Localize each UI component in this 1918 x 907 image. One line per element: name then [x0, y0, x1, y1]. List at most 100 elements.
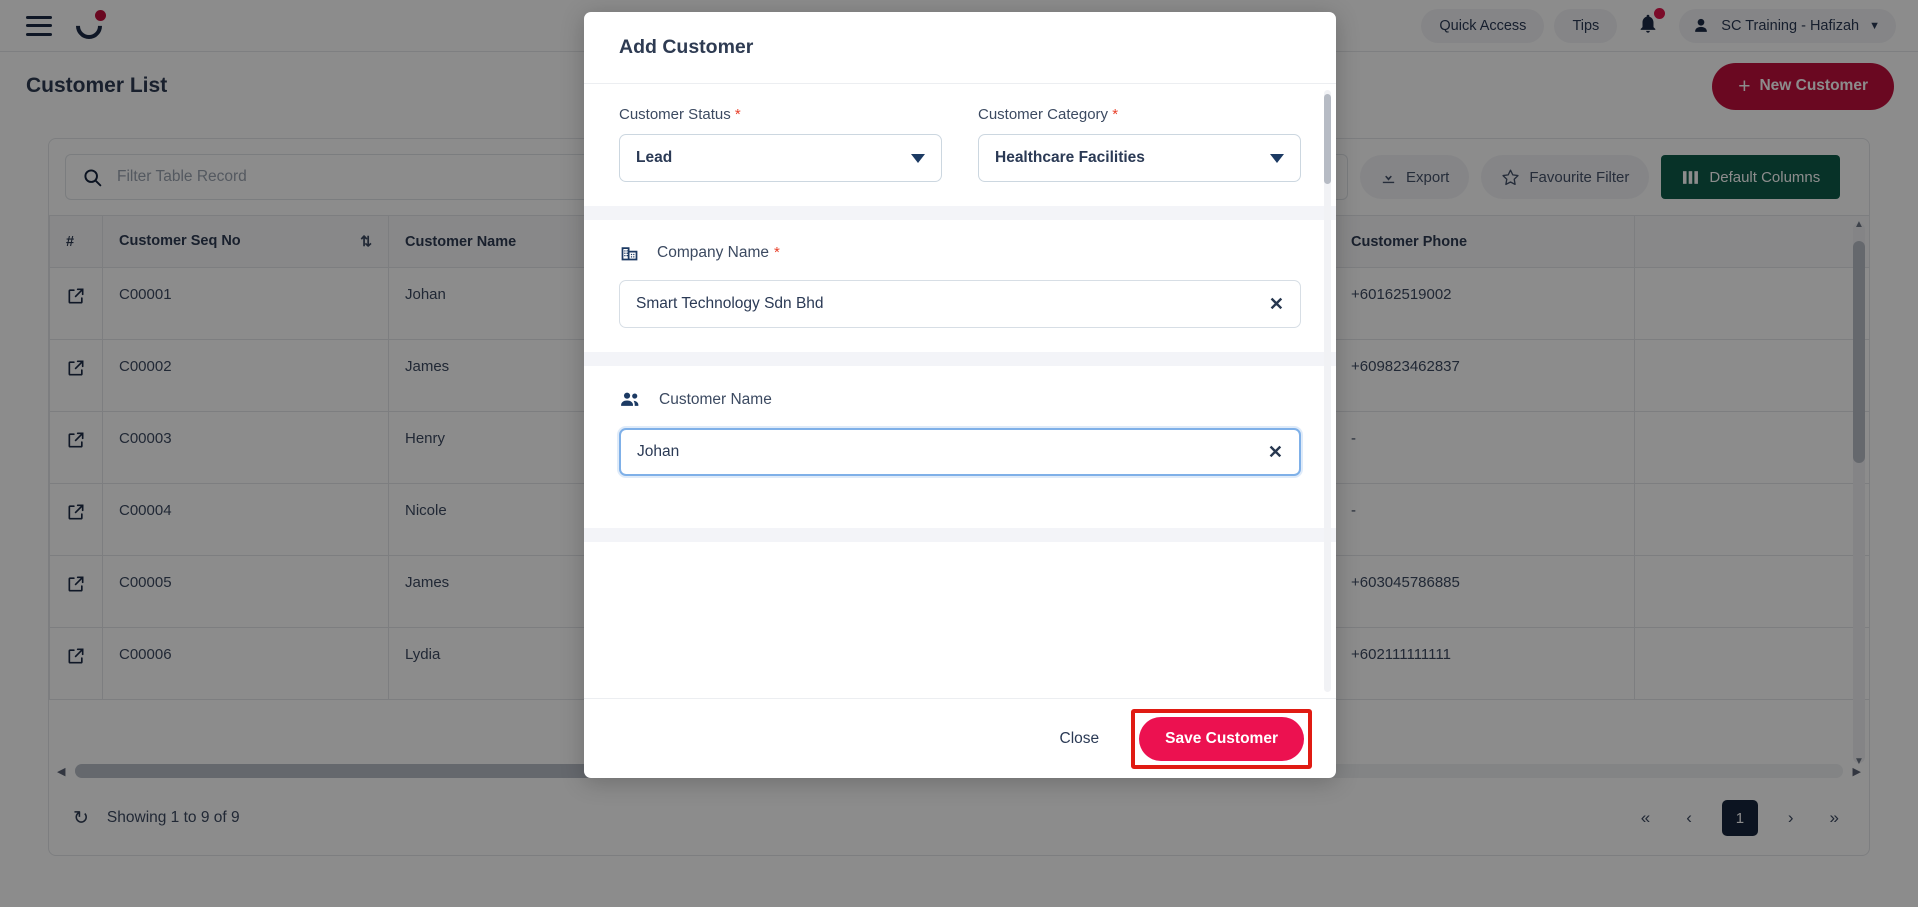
people-icon [619, 388, 642, 411]
dialog-scrollbar[interactable] [1324, 90, 1331, 692]
favourite-filter-button[interactable]: Favourite Filter [1481, 155, 1650, 199]
dialog-body: Customer Status * Lead Customer Category… [584, 84, 1336, 698]
section-divider [584, 352, 1336, 366]
customer-name-section: Customer Name ✕ [584, 388, 1336, 476]
pagination: « ‹ 1 › » [1635, 800, 1845, 836]
horizontal-scroll-thumb[interactable] [75, 764, 641, 778]
row-open-cell[interactable] [49, 483, 103, 556]
last-page-button[interactable]: » [1824, 804, 1845, 832]
cell-extra [1634, 483, 1869, 556]
cell-extra [1634, 411, 1869, 484]
cell-extra [1634, 267, 1869, 340]
plus-icon: + [1738, 74, 1751, 98]
notifications-button[interactable] [1627, 6, 1669, 46]
save-button-highlight: Save Customer [1131, 708, 1312, 769]
search-icon [84, 168, 102, 186]
cell-phone: +60162519002 [1334, 267, 1635, 340]
column-header-extra[interactable] [1634, 215, 1869, 268]
cell-seq: C00006 [102, 627, 389, 700]
customer-category-label-row: Customer Category * [978, 106, 1301, 123]
dialog-scroll-thumb[interactable] [1324, 94, 1331, 184]
table-vertical-scrollbar[interactable]: ▲ ▼ [1853, 219, 1865, 767]
column-header-index[interactable]: # [49, 215, 103, 268]
customer-category-select[interactable]: Healthcare Facilities [978, 134, 1301, 182]
column-header-seq-no[interactable]: Customer Seq No ⇅ [102, 215, 389, 268]
header-actions: Quick Access Tips SC Training - Hafizah … [1421, 6, 1902, 46]
cell-phone: +602111111111 [1334, 627, 1635, 700]
dialog-header: Add Customer [584, 12, 1336, 84]
next-page-button[interactable]: › [1782, 804, 1800, 832]
sort-icon[interactable]: ⇅ [360, 233, 372, 250]
company-name-input-wrapper[interactable]: ✕ [619, 280, 1301, 328]
company-name-section: Company Name * ✕ [584, 242, 1336, 328]
chevron-down-icon [1270, 153, 1284, 163]
required-asterisk: * [774, 244, 780, 261]
refresh-icon[interactable]: ↻ [73, 807, 89, 830]
columns-icon [1683, 170, 1699, 184]
cell-extra [1634, 339, 1869, 412]
row-open-cell[interactable] [49, 555, 103, 628]
page-number-1[interactable]: 1 [1721, 800, 1758, 836]
tips-button[interactable]: Tips [1554, 8, 1618, 43]
column-header-phone[interactable]: Customer Phone [1334, 215, 1635, 268]
clear-customer-name-icon[interactable]: ✕ [1268, 443, 1283, 461]
default-columns-button[interactable]: Default Columns [1661, 155, 1841, 199]
scroll-right-icon[interactable]: ▶ [1853, 765, 1861, 778]
save-customer-button[interactable]: Save Customer [1139, 716, 1304, 761]
cell-phone: - [1334, 411, 1635, 484]
customer-status-field: Customer Status * Lead [619, 106, 942, 182]
customer-name-input[interactable] [637, 443, 1268, 461]
customer-status-select[interactable]: Lead [619, 134, 942, 182]
cell-seq: C00002 [102, 339, 389, 412]
customer-category-field: Customer Category * Healthcare Facilitie… [978, 106, 1301, 182]
scroll-left-icon[interactable]: ◀ [57, 765, 65, 778]
company-name-label-row: Company Name * [619, 242, 1301, 263]
column-header-seq-label: Customer Seq No [119, 233, 241, 249]
brand-logo-icon[interactable] [70, 7, 108, 44]
cell-seq: C00001 [102, 267, 389, 340]
cell-phone: +609823462837 [1334, 339, 1635, 412]
cell-seq: C00003 [102, 411, 389, 484]
cell-seq: C00004 [102, 483, 389, 556]
prev-page-button[interactable]: ‹ [1680, 804, 1698, 832]
section-divider [584, 206, 1336, 220]
external-link-icon[interactable] [66, 502, 86, 522]
first-page-button[interactable]: « [1635, 804, 1656, 832]
avatar-icon [1695, 18, 1708, 32]
row-open-cell[interactable] [49, 267, 103, 340]
hamburger-icon[interactable] [26, 15, 52, 36]
quick-access-button[interactable]: Quick Access [1421, 8, 1545, 43]
scroll-up-icon[interactable]: ▲ [1854, 219, 1864, 230]
close-button[interactable]: Close [1033, 717, 1126, 760]
clear-company-name-icon[interactable]: ✕ [1269, 295, 1284, 313]
export-label: Export [1406, 168, 1450, 186]
export-button[interactable]: Export [1360, 155, 1470, 199]
customer-name-label: Customer Name [659, 390, 772, 408]
external-link-icon[interactable] [66, 574, 86, 594]
row-open-cell[interactable] [49, 627, 103, 700]
cell-phone: +603045786885 [1334, 555, 1635, 628]
customer-category-label: Customer Category [978, 106, 1109, 123]
download-icon [1382, 170, 1395, 183]
user-name-label: SC Training - Hafizah [1721, 17, 1860, 34]
company-name-input[interactable] [636, 295, 1269, 313]
dialog-title: Add Customer [619, 36, 754, 58]
add-customer-dialog: Add Customer Customer Status * Lead Cust… [584, 12, 1336, 778]
new-customer-button[interactable]: + New Customer [1712, 62, 1894, 110]
external-link-icon[interactable] [66, 646, 86, 666]
star-icon [1502, 169, 1519, 185]
user-menu[interactable]: SC Training - Hafizah ▼ [1679, 8, 1896, 43]
external-link-icon[interactable] [66, 358, 86, 378]
dialog-footer: Close Save Customer [584, 698, 1336, 778]
customer-name-input-wrapper[interactable]: ✕ [619, 428, 1301, 476]
row-open-cell[interactable] [49, 339, 103, 412]
row-open-cell[interactable] [49, 411, 103, 484]
cell-seq: C00005 [102, 555, 389, 628]
customer-name-label-row: Customer Name [619, 388, 1301, 411]
vertical-scroll-thumb[interactable] [1853, 241, 1865, 463]
external-link-icon[interactable] [66, 430, 86, 450]
customer-status-value: Lead [636, 149, 673, 166]
table-footer: ↻ Showing 1 to 9 of 9 « ‹ 1 › » [49, 781, 1869, 855]
external-link-icon[interactable] [66, 286, 86, 306]
building-icon [619, 242, 640, 263]
